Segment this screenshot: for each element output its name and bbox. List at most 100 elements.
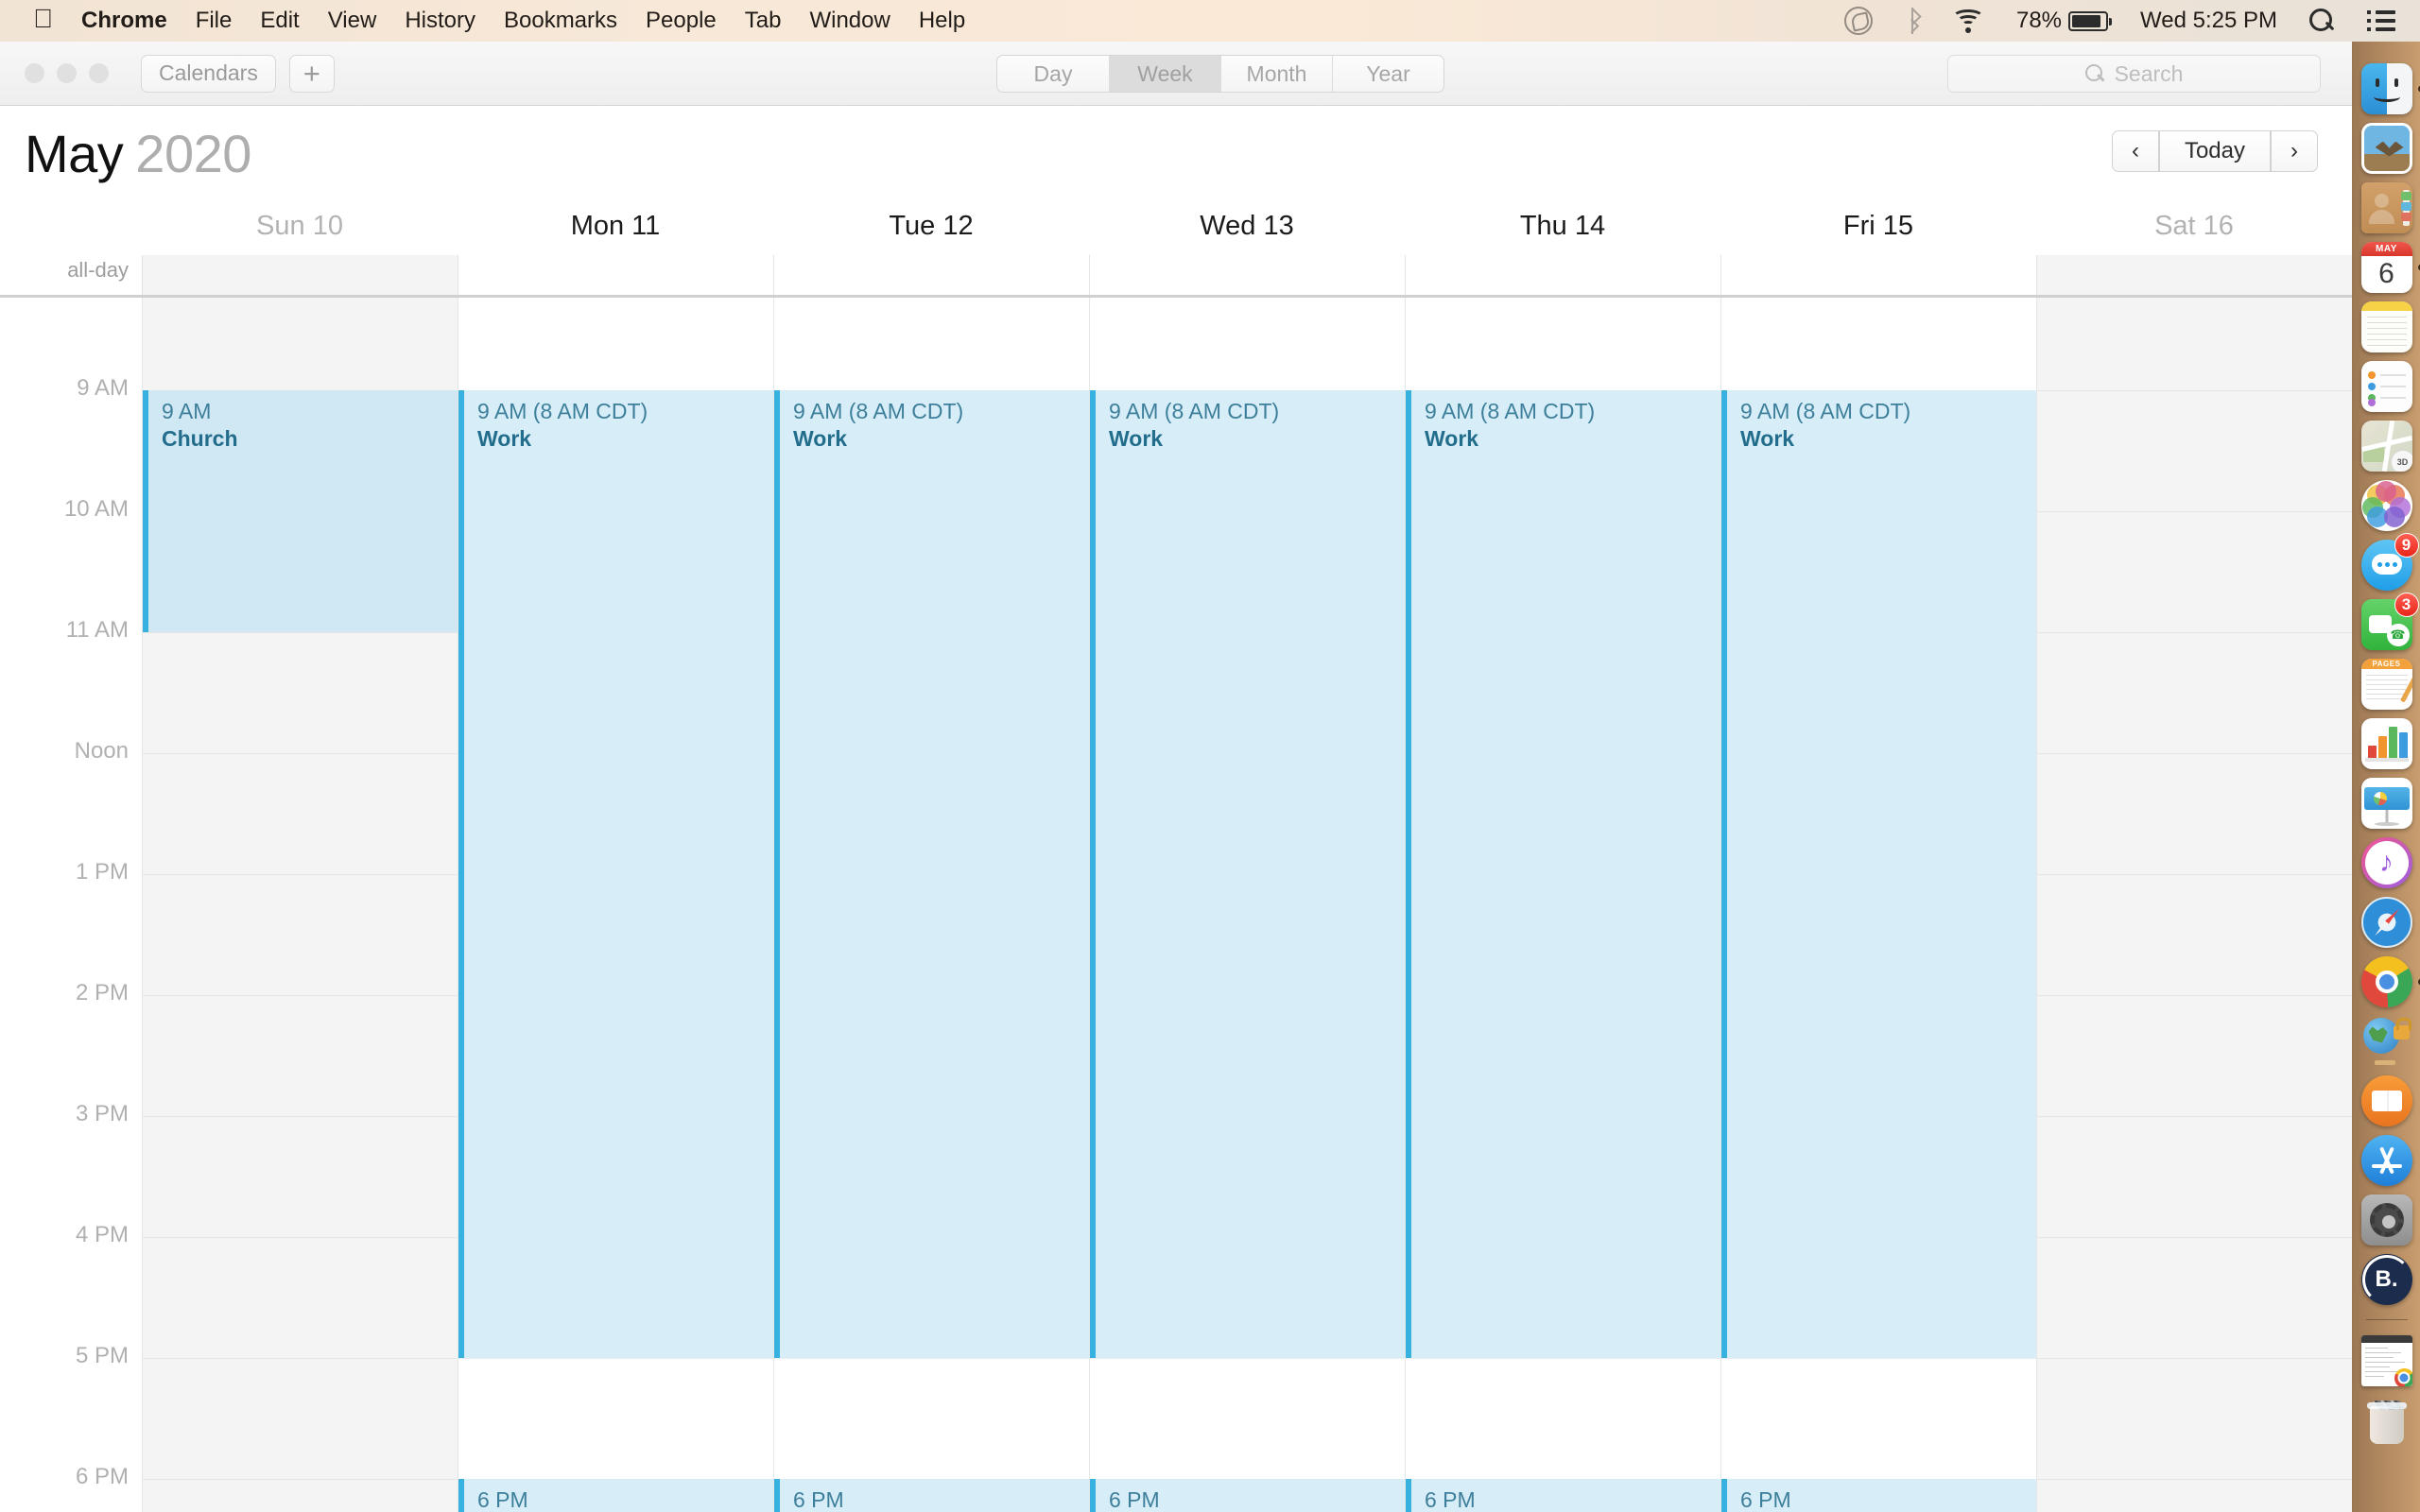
menu-file[interactable]: File: [196, 8, 233, 34]
menu-edit[interactable]: Edit: [260, 8, 299, 34]
dock-item-facetime[interactable]: ☎ 3: [2358, 593, 2419, 654]
day-column-wed[interactable]: 9 AM (8 AM CDT)Work 6 PMChest/Triceps: [1089, 298, 1405, 1512]
all-day-cell-wed[interactable]: [1089, 255, 1405, 295]
dock-item-chrome[interactable]: [2358, 952, 2420, 1011]
calendar-event[interactable]: 9 AM Church: [143, 390, 458, 632]
hour-gridline: [143, 874, 458, 875]
calendar-event[interactable]: 9 AM (8 AM CDT) Work: [1721, 390, 2036, 1358]
notification-center-icon[interactable]: [2367, 10, 2395, 31]
hour-gridline: [2037, 632, 2352, 633]
calendar-event[interactable]: 6 PMBack/Abs: [1406, 1479, 1720, 1512]
day-column-mon[interactable]: 9 AM (8 AM CDT)Work 6 PMLegs: [458, 298, 773, 1512]
apple-logo-icon[interactable]: : [33, 6, 53, 32]
all-day-cell-mon[interactable]: [458, 255, 773, 295]
add-event-button[interactable]: +: [288, 54, 335, 93]
dock-item-reminders[interactable]: [2358, 356, 2416, 416]
day-header-sat[interactable]: Sat 16: [2036, 197, 2352, 255]
creative-cloud-icon[interactable]: [1843, 7, 1873, 35]
hour-gridline: [2037, 511, 2352, 512]
previous-week-button[interactable]: ‹: [2111, 130, 2159, 172]
dock-item-minimized-window[interactable]: [2358, 1331, 2416, 1390]
all-day-cell-fri[interactable]: [1720, 255, 2036, 295]
spotlight-search-icon[interactable]: [2309, 8, 2335, 34]
menu-help[interactable]: Help: [919, 8, 965, 34]
dock-item-finder[interactable]: [2358, 59, 2420, 118]
bluetooth-icon[interactable]: [1904, 8, 1920, 34]
maximize-button[interactable]: [89, 63, 109, 83]
calendar-event[interactable]: 9 AM (8 AM CDT) Work: [458, 390, 773, 1358]
menu-window[interactable]: Window: [809, 8, 890, 34]
tab-month[interactable]: Month: [1220, 56, 1332, 92]
all-day-cell-sun[interactable]: [142, 255, 458, 295]
dock-item-itunes[interactable]: ♪: [2358, 833, 2416, 892]
day-header-sun[interactable]: Sun 10: [142, 197, 458, 255]
calendar-event[interactable]: 6 PMLegs: [458, 1479, 773, 1512]
close-button[interactable]: [25, 63, 44, 83]
dock-item-maps[interactable]: 3D: [2358, 416, 2416, 475]
today-button[interactable]: Today: [2158, 130, 2271, 172]
calendars-button[interactable]: Calendars: [141, 54, 276, 93]
all-day-cell-thu[interactable]: [1405, 255, 1720, 295]
hour-gridline: [774, 1358, 1089, 1359]
maps-icon: 3D: [2360, 420, 2412, 472]
calendar-icon-day: 6: [2378, 257, 2394, 289]
day-header-fri[interactable]: Fri 15: [1720, 197, 2036, 255]
tab-day[interactable]: Day: [997, 56, 1109, 92]
dock-item-messages[interactable]: 9: [2358, 533, 2419, 594]
search-field[interactable]: Search: [1947, 55, 2321, 93]
day-column-sat[interactable]: [2036, 298, 2352, 1512]
event-time: 9 AM (8 AM CDT): [1109, 399, 1280, 423]
menu-app-name[interactable]: Chrome: [81, 8, 167, 34]
half-hour-gridline: [2037, 1418, 2352, 1419]
dock-item-numbers[interactable]: [2358, 713, 2416, 773]
half-hour-gridline: [2037, 1056, 2352, 1057]
dock-item-trash[interactable]: [2358, 1390, 2416, 1450]
calendar-event[interactable]: 6 PMBack/Biceps: [774, 1479, 1089, 1512]
dock-item-photos[interactable]: [2358, 475, 2416, 535]
day-header-mon[interactable]: Mon 11: [458, 197, 773, 255]
dock-item-safari[interactable]: [2358, 892, 2416, 952]
day-column-sun[interactable]: 9 AM Church: [142, 298, 458, 1512]
day-column-fri[interactable]: 9 AM (8 AM CDT)Work 6 PMLegs: [1720, 298, 2036, 1512]
menu-people[interactable]: People: [646, 8, 717, 34]
menu-clock[interactable]: Wed 5:25 PM: [2140, 8, 2277, 34]
dock-item-backblaze[interactable]: B.: [2358, 1249, 2416, 1309]
menu-tab[interactable]: Tab: [745, 8, 782, 34]
half-hour-gridline: [458, 330, 773, 331]
calendar-event[interactable]: 6 PMChest/Triceps: [1090, 1479, 1405, 1512]
all-day-cell-sat[interactable]: [2036, 255, 2352, 295]
dock-item-pages[interactable]: PAGES: [2358, 654, 2416, 713]
menu-bookmarks[interactable]: Bookmarks: [504, 8, 617, 34]
hour-gridline: [1406, 1358, 1720, 1359]
time-grid-scroll[interactable]: 8 AM9 AM10 AM11 AMNoon1 PM2 PM3 PM4 PM5 …: [0, 298, 2352, 1512]
menu-history[interactable]: History: [405, 8, 475, 34]
dock-item-mail[interactable]: [2358, 118, 2416, 178]
minimize-button[interactable]: [57, 63, 77, 83]
hour-label: 3 PM: [75, 1101, 129, 1126]
all-day-cell-tue[interactable]: [773, 255, 1089, 295]
next-week-button[interactable]: ›: [2271, 130, 2318, 172]
calendar-event[interactable]: 6 PMLegs: [1721, 1479, 2036, 1512]
dock-item-vpn[interactable]: [2358, 1011, 2416, 1071]
dock-item-system-preferences[interactable]: [2358, 1190, 2416, 1249]
day-header-thu[interactable]: Thu 14: [1405, 197, 1720, 255]
day-header-tue[interactable]: Tue 12: [773, 197, 1089, 255]
dock-item-notes[interactable]: [2358, 297, 2416, 356]
calendar-event[interactable]: 9 AM (8 AM CDT) Work: [1406, 390, 1720, 1358]
battery-status[interactable]: 78%: [2016, 8, 2113, 34]
dock-item-ibooks[interactable]: [2358, 1071, 2416, 1130]
tab-year[interactable]: Year: [1332, 56, 1443, 92]
calendar-event[interactable]: 9 AM (8 AM CDT) Work: [1090, 390, 1405, 1358]
event-time: 6 PM: [1109, 1487, 1160, 1512]
tab-week[interactable]: Week: [1109, 56, 1220, 92]
dock-item-keynote[interactable]: [2358, 773, 2416, 833]
day-header-wed[interactable]: Wed 13: [1089, 197, 1405, 255]
day-column-thu[interactable]: 9 AM (8 AM CDT)Work 6 PMBack/Abs: [1405, 298, 1720, 1512]
calendar-event[interactable]: 9 AM (8 AM CDT) Work: [774, 390, 1089, 1358]
day-column-tue[interactable]: 9 AM (8 AM CDT)Work 6 PMBack/Biceps: [773, 298, 1089, 1512]
wifi-icon[interactable]: [1951, 9, 1984, 33]
dock-item-contacts[interactable]: [2358, 178, 2416, 237]
dock-item-calendar[interactable]: MAY 6: [2358, 237, 2420, 297]
dock-item-app-store[interactable]: [2358, 1130, 2416, 1190]
menu-view[interactable]: View: [328, 8, 377, 34]
